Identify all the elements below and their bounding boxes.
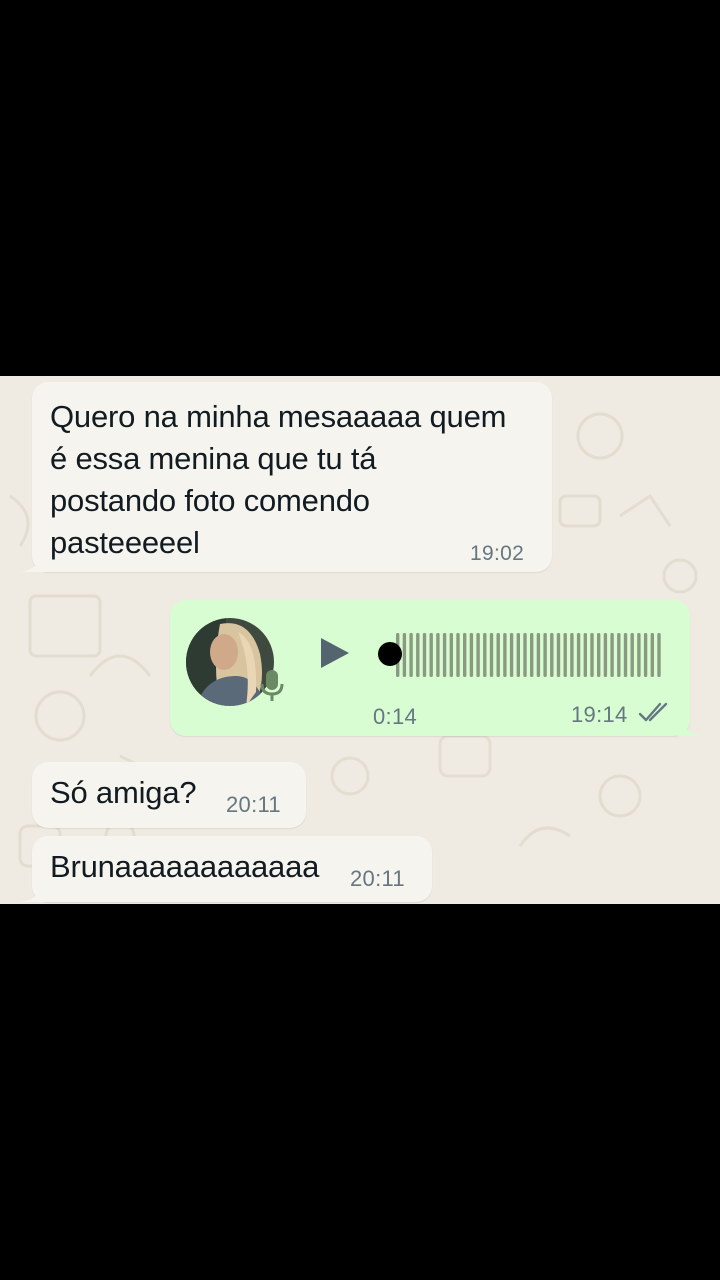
waveform-bar xyxy=(409,633,413,677)
waveform-bar xyxy=(463,633,467,677)
waveform-bar xyxy=(456,633,460,677)
message-text-line-4: pasteeeeel xyxy=(50,525,200,560)
waveform-bar xyxy=(556,633,561,677)
waveform-bar xyxy=(603,633,608,677)
waveform-bar xyxy=(402,633,407,677)
waveform-bar xyxy=(597,633,601,677)
waveform-bar xyxy=(503,633,507,677)
play-icon[interactable] xyxy=(318,636,352,670)
incoming-message-3[interactable]: Só amiga? 20:11 xyxy=(32,762,306,828)
waveform-bar xyxy=(610,633,614,677)
incoming-message-4[interactable]: Brunaaaaaaaaaaaa 20:11 xyxy=(32,836,432,902)
waveform-bar xyxy=(630,633,634,677)
waveform-bar xyxy=(489,633,494,677)
waveform-bar xyxy=(509,633,514,677)
outgoing-bubble-tail xyxy=(678,716,704,736)
chat-panel: Quero na minha mesaaaaa quem é essa meni… xyxy=(0,376,720,904)
message-text-line-2: é essa menina que tu tá xyxy=(50,441,377,476)
microphone-icon xyxy=(260,670,284,701)
message-timestamp: 19:02 xyxy=(470,542,525,565)
waveform-bar xyxy=(657,633,661,677)
waveform-bar xyxy=(469,633,474,677)
waveform-bar xyxy=(442,633,447,677)
waveform-bar xyxy=(650,633,654,677)
waveform-bar xyxy=(449,633,453,677)
double-check-icon xyxy=(638,702,668,722)
waveform-bar xyxy=(422,633,427,677)
playback-handle xyxy=(378,642,402,666)
message-timestamp: 19:14 xyxy=(571,702,628,727)
message-text-line-3: postando foto comendo xyxy=(50,483,370,518)
waveform-bar xyxy=(563,633,567,677)
message-timestamp: 20:11 xyxy=(350,866,405,891)
incoming-bubble-tail xyxy=(20,552,50,572)
waveform-bar xyxy=(550,633,554,677)
waveform-bar xyxy=(429,633,433,677)
message-text: Só amiga? xyxy=(50,775,197,810)
waveform-bar xyxy=(496,633,500,677)
waveform-bar xyxy=(637,633,641,677)
waveform-bar xyxy=(590,633,594,677)
incoming-message-1[interactable]: Quero na minha mesaaaaa quem é essa meni… xyxy=(32,382,552,572)
message-text-line-1: Quero na minha mesaaaaa quem xyxy=(50,399,507,434)
message-timestamp: 20:11 xyxy=(226,792,281,817)
waveform-bar xyxy=(617,633,621,677)
waveform-bar xyxy=(583,633,587,677)
waveform-bar xyxy=(570,633,574,677)
message-text: Brunaaaaaaaaaaaa xyxy=(50,849,320,884)
waveform-bar xyxy=(576,633,581,677)
incoming-bubble-tail xyxy=(20,884,50,902)
waveform-bar xyxy=(523,633,527,677)
waveform-bar xyxy=(436,633,440,677)
voice-waveform[interactable] xyxy=(378,630,662,680)
waveform-bar xyxy=(623,633,628,677)
waveform-bar xyxy=(543,633,547,677)
waveform-bar xyxy=(416,633,420,677)
waveform-bar xyxy=(483,633,487,677)
waveform-bar xyxy=(643,633,648,677)
waveform-bar xyxy=(536,633,541,677)
waveform-bar xyxy=(530,633,534,677)
waveform-bar xyxy=(516,633,520,677)
voice-duration: 0:14 xyxy=(373,704,418,729)
waveform-bar xyxy=(476,633,480,677)
